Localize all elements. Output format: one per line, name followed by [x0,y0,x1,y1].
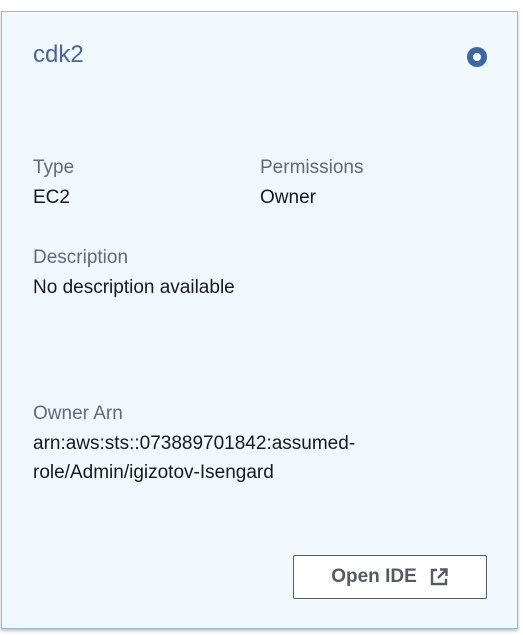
type-value: EC2 [33,187,70,208]
owner-arn-line-2: role/Admin/igizotov-Isengard [33,462,274,483]
open-ide-button[interactable]: Open IDE [293,555,487,599]
owner-arn-value: arn:aws:sts::073889701842:assumed- role/… [33,429,355,487]
open-ide-label: Open IDE [331,566,417,587]
owner-arn-label: Owner Arn [33,403,123,424]
external-link-icon [429,567,449,587]
owner-arn-line-1: arn:aws:sts::073889701842:assumed- [33,433,356,454]
environment-title: cdk2 [33,41,84,68]
permissions-value: Owner [260,187,316,208]
environment-card[interactable]: cdk2 Type EC2 Permissions Owner Descript… [1,11,518,629]
description-label: Description [33,247,129,268]
select-radio-button[interactable] [467,47,487,67]
description-value: No description available [33,277,235,298]
type-label: Type [33,157,75,178]
permissions-label: Permissions [260,157,364,178]
